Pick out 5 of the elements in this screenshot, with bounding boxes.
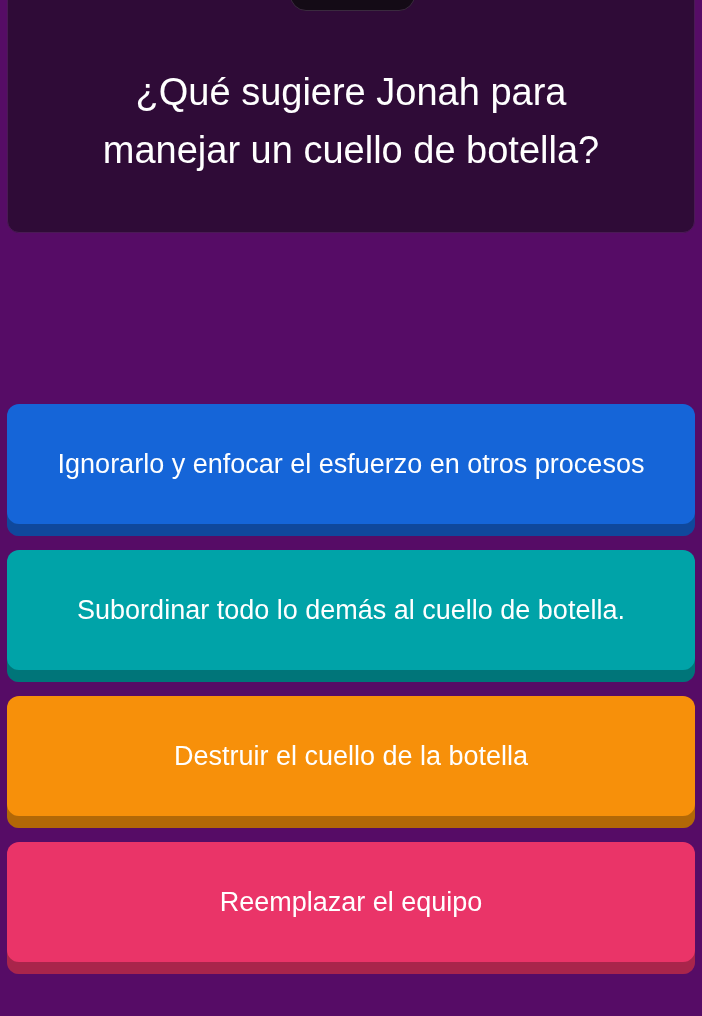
question-text: ¿Qué sugiere Jonah para manejar un cuello de botella? (101, 69, 601, 173)
answer-option[interactable]: Ignorarlo y enfocar el esfuerzo en otros procesos (7, 404, 695, 536)
answer-option[interactable]: Subordinar todo lo demás al cuello de botella. (7, 550, 695, 682)
answer-option[interactable]: Destruir el cuello de la botella (7, 696, 695, 828)
answer-option[interactable]: Reemplazar el equipo (7, 842, 695, 974)
